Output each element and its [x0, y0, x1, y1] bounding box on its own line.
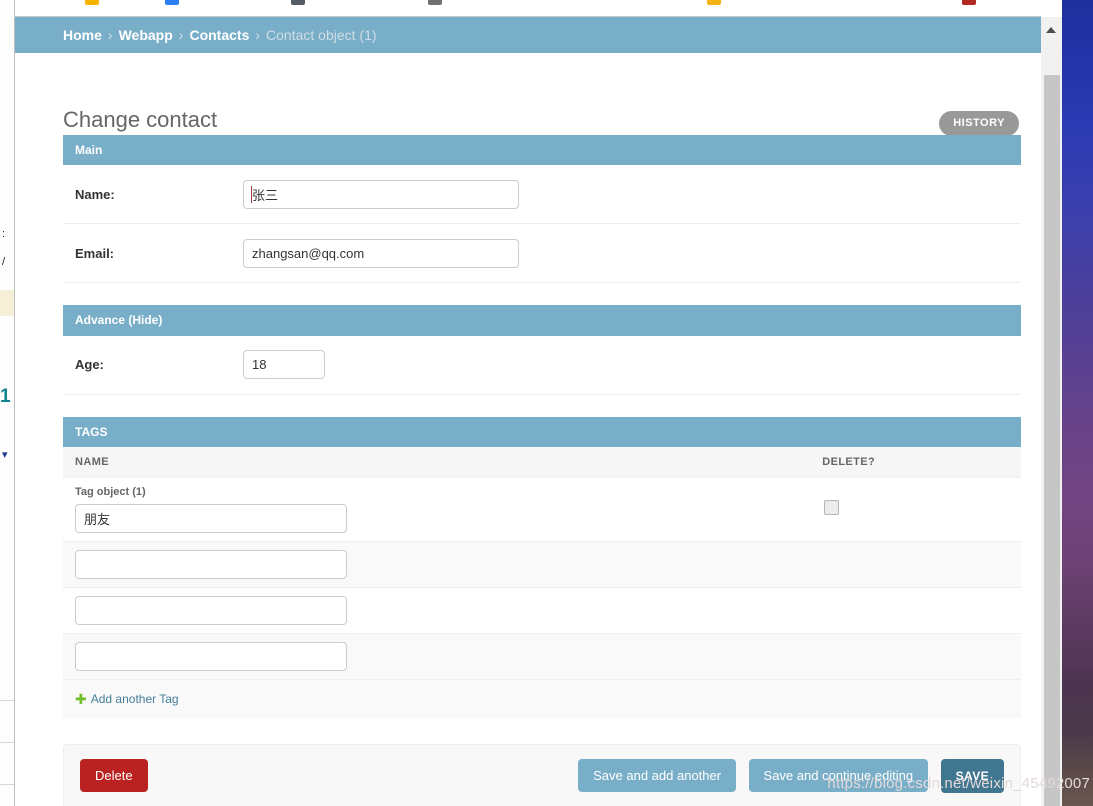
- tag-name-input[interactable]: [75, 504, 347, 534]
- tag-name-input-empty[interactable]: [75, 642, 347, 672]
- tag-name-input-empty[interactable]: [75, 596, 347, 626]
- scrollbar-thumb[interactable]: [1044, 75, 1060, 806]
- background-window-sliver[interactable]: : / 1 ▾: [0, 0, 15, 806]
- page-scrollbar[interactable]: [1040, 17, 1062, 806]
- tag-delete-checkbox[interactable]: [824, 499, 840, 515]
- table-row: [63, 587, 1021, 635]
- page-title: Change contact: [63, 107, 218, 132]
- background-window-swatch: [0, 290, 14, 316]
- breadcrumb: Home › Webapp › Contacts › Contact objec…: [15, 17, 1041, 53]
- tag-delete-cell: [810, 541, 1021, 589]
- column-header-delete: DELETE?: [810, 447, 1021, 479]
- add-another-row: ✚ Add another Tag: [63, 679, 1021, 719]
- scroll-up-arrow-icon[interactable]: [1046, 27, 1056, 33]
- label-email: Email:: [75, 245, 115, 261]
- bookmarks-bar[interactable]: [15, 0, 1041, 17]
- bookmark-icon-red[interactable]: [962, 0, 976, 5]
- table-row: Tag object (1): [63, 477, 1021, 543]
- tag-delete-cell: [810, 633, 1021, 681]
- history-button[interactable]: HISTORY: [939, 111, 1019, 136]
- tag-name-cell: [63, 633, 811, 681]
- inline-tags-header: TAGS: [63, 416, 1021, 448]
- bookmark-icon-dark[interactable]: [291, 0, 305, 5]
- tag-name-cell: [63, 587, 811, 635]
- breadcrumb-item-webapp[interactable]: Webapp: [119, 27, 173, 43]
- breadcrumb-item-home[interactable]: Home: [63, 27, 102, 43]
- form-row-email: Email:: [63, 224, 1021, 284]
- desktop-wallpaper: [1062, 0, 1093, 806]
- submit-row: Delete Save and add another Save and con…: [63, 744, 1021, 806]
- breadcrumb-separator-icon: ›: [107, 27, 113, 43]
- fieldset-advance: Advance (Hide) Age:: [63, 305, 1021, 395]
- tags-header-row: NAME DELETE?: [63, 447, 1021, 479]
- bookmark-icon-yellow[interactable]: [707, 0, 721, 5]
- add-another-tag-link[interactable]: Add another Tag: [91, 692, 179, 706]
- fieldset-main: Main Name: Email:: [63, 135, 1021, 284]
- inline-group-tags: TAGS NAME DELETE? Tag object (1) 朋友 ✚ Ad…: [63, 416, 1021, 719]
- label-age: Age:: [75, 357, 104, 373]
- tags-table: NAME DELETE? Tag object (1) 朋友 ✚ Add ano…: [63, 447, 1021, 719]
- breadcrumb-separator-icon: ›: [255, 27, 261, 43]
- add-another-cell: ✚ Add another Tag: [63, 679, 1021, 719]
- save-button-group: Save and add another Save and continue e…: [570, 759, 1004, 794]
- table-row: [63, 633, 1021, 681]
- background-window-text: :: [2, 228, 6, 240]
- fieldset-main-header: Main: [63, 135, 1021, 166]
- tag-name-input-empty[interactable]: [75, 550, 347, 580]
- bookmark-icon-gray[interactable]: [428, 0, 442, 5]
- tag-delete-cell: [810, 477, 1021, 543]
- tag-name-cell: [63, 541, 811, 589]
- save-and-add-another-button[interactable]: Save and add another: [578, 759, 737, 793]
- tags-table-body: Tag object (1) 朋友 ✚ Add another Tag: [63, 477, 1021, 719]
- tag-name-cell: Tag object (1): [63, 477, 811, 543]
- name-input[interactable]: [243, 179, 519, 209]
- tags-table-head: NAME DELETE?: [63, 447, 1021, 479]
- plus-icon: ✚: [75, 691, 87, 708]
- delete-button[interactable]: Delete: [80, 759, 148, 793]
- breadcrumb-item-contacts[interactable]: Contacts: [189, 27, 249, 43]
- name-input-wrapper: [243, 179, 519, 209]
- background-window-divider: [0, 784, 14, 785]
- email-input[interactable]: [243, 238, 519, 268]
- bookmark-icon-colorful[interactable]: [85, 0, 99, 5]
- breadcrumb-item-current: Contact object (1): [266, 27, 377, 43]
- table-row: [63, 541, 1021, 589]
- background-window-divider: [0, 742, 14, 743]
- bookmark-icon-blue[interactable]: [165, 0, 179, 5]
- title-row: Change contact HISTORY: [15, 53, 1041, 136]
- admin-page: Home › Webapp › Contacts › Contact objec…: [15, 17, 1041, 806]
- form-row-name: Name:: [63, 165, 1021, 225]
- save-and-continue-button[interactable]: Save and continue editing: [748, 759, 929, 793]
- label-name: Name:: [75, 186, 115, 202]
- tag-delete-cell: [810, 587, 1021, 635]
- save-button[interactable]: SAVE: [940, 759, 1004, 794]
- form-row-age: Age:: [63, 335, 1021, 395]
- age-input[interactable]: [243, 350, 325, 380]
- breadcrumb-separator-icon: ›: [178, 27, 184, 43]
- background-window-divider: [0, 700, 14, 701]
- tag-object-label: Tag object (1): [75, 486, 146, 499]
- background-window-number: 1: [0, 386, 11, 407]
- column-header-name: NAME: [63, 447, 811, 479]
- change-form: Main Name: Email: Advance (Hide) Age:: [63, 135, 1021, 806]
- background-window-text: /: [2, 256, 6, 268]
- browser-viewport: Home › Webapp › Contacts › Contact objec…: [15, 0, 1062, 806]
- background-window-text: ▾: [2, 449, 8, 461]
- fieldset-advance-header[interactable]: Advance (Hide): [63, 305, 1021, 336]
